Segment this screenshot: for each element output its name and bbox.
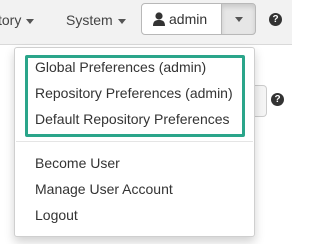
menu-item-logout[interactable]: Logout bbox=[35, 207, 78, 223]
user-button-label: admin bbox=[169, 11, 208, 27]
system-menu[interactable]: System bbox=[66, 12, 126, 28]
menu-item-default-repository-preferences[interactable]: Default Repository Preferences bbox=[35, 111, 230, 127]
menu-item-manage-user-account[interactable]: Manage User Account bbox=[35, 181, 173, 197]
caret-down-icon bbox=[235, 17, 243, 22]
help-icon[interactable]: ? bbox=[269, 13, 282, 26]
menu-item-repository-preferences[interactable]: Repository Preferences (admin) bbox=[35, 85, 233, 101]
user-icon bbox=[153, 12, 165, 26]
menu-divider bbox=[16, 141, 253, 142]
page: tory System admin ? ? Global Preferences… bbox=[0, 0, 292, 244]
user-button[interactable]: admin bbox=[141, 3, 222, 35]
repository-menu-label: tory bbox=[0, 12, 22, 28]
help-icon[interactable]: ? bbox=[271, 93, 284, 106]
menu-item-global-preferences[interactable]: Global Preferences (admin) bbox=[35, 59, 206, 75]
caret-down-icon bbox=[26, 18, 35, 24]
caret-down-icon bbox=[117, 18, 126, 24]
user-menu-toggle[interactable] bbox=[221, 3, 256, 35]
menu-item-become-user[interactable]: Become User bbox=[35, 155, 120, 171]
repository-menu[interactable]: tory bbox=[0, 12, 35, 28]
system-menu-label: System bbox=[66, 12, 113, 28]
user-dropdown-menu: Global Preferences (admin) Repository Pr… bbox=[14, 47, 255, 237]
top-navbar: tory System admin ? bbox=[0, 0, 292, 45]
